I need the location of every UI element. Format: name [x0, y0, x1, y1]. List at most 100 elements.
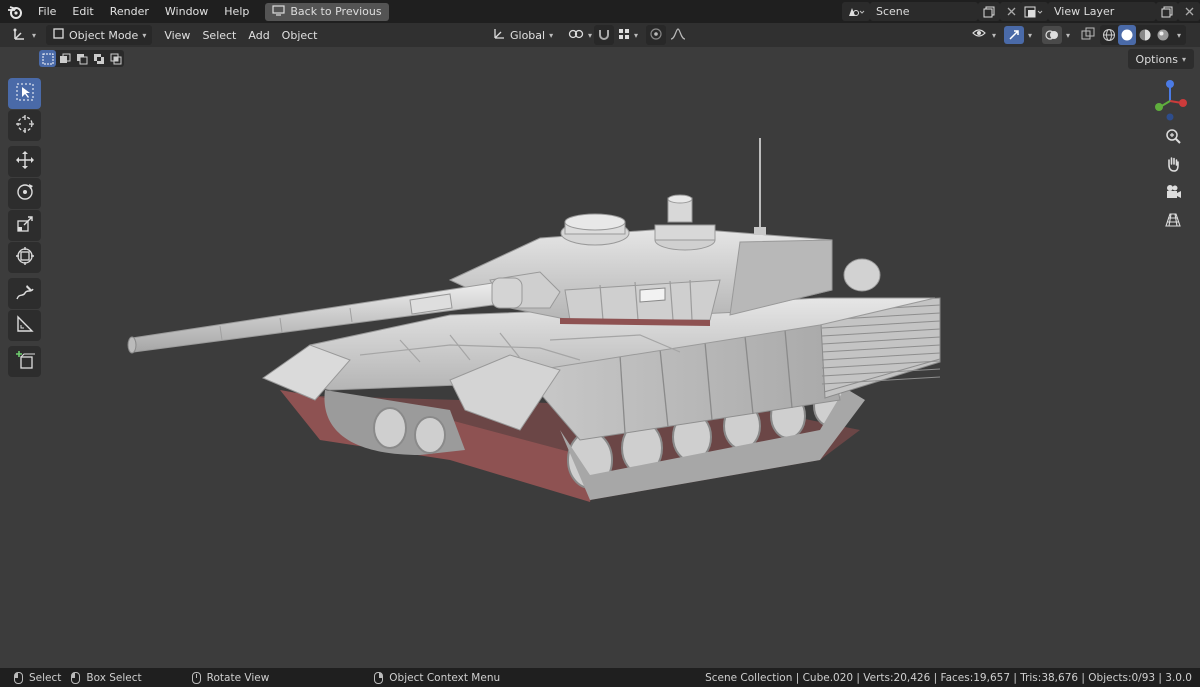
menu-select[interactable]: Select — [196, 25, 242, 45]
shading-options-chevron-icon[interactable]: ▾ — [1172, 25, 1186, 45]
chevron-down-icon: ▾ — [588, 30, 593, 40]
select-subtract-icon[interactable] — [73, 50, 90, 67]
duplicate-scene-icon[interactable] — [978, 2, 1000, 21]
chevron-down-icon: ▾ — [142, 30, 147, 40]
transform-orientation-selector[interactable]: Global ▾ — [486, 25, 559, 45]
orientation-label: Global — [510, 28, 546, 42]
select-extend-icon[interactable] — [56, 50, 73, 67]
camera-view-icon[interactable] — [1160, 179, 1186, 205]
snap-toggle[interactable] — [594, 25, 614, 45]
mouse-drag-icon — [71, 671, 81, 684]
shading-modes: ▾ — [1100, 25, 1186, 45]
menu-edit[interactable]: Edit — [64, 0, 101, 23]
add-cube-icon — [15, 350, 35, 373]
options-label: Options — [1135, 52, 1178, 66]
chevron-down-icon: ▾ — [549, 30, 554, 40]
link-icon — [568, 28, 584, 43]
back-to-previous-button[interactable]: Back to Previous — [265, 2, 389, 21]
mouse-right-icon — [374, 671, 384, 684]
orientation-icon — [492, 27, 506, 43]
select-new-icon[interactable] — [39, 50, 56, 67]
object-mode-icon — [52, 27, 65, 43]
chevron-down-icon: ▾ — [32, 30, 37, 40]
screen-icon — [272, 4, 285, 19]
xray-icon — [1081, 27, 1095, 44]
zoom-icon[interactable] — [1160, 123, 1186, 149]
gizmo-icon — [1004, 26, 1024, 44]
menu-file[interactable]: File — [30, 0, 64, 23]
status-box-select-label: Box Select — [86, 671, 142, 684]
select-box-tool[interactable] — [8, 78, 41, 109]
rendered-shading-icon[interactable] — [1154, 25, 1172, 45]
chevron-down-icon: ▾ — [1028, 30, 1033, 40]
move-arrows-icon — [15, 150, 35, 173]
editor-type-button[interactable]: ▾ — [6, 25, 42, 45]
chevron-down-icon: ▾ — [634, 30, 639, 40]
menu-render[interactable]: Render — [102, 0, 157, 23]
delete-view-layer-icon[interactable] — [1178, 2, 1200, 21]
scene-browse-icon[interactable] — [842, 2, 870, 21]
status-context-menu: Object Context Menu — [374, 671, 501, 684]
rotate-tool[interactable] — [8, 178, 41, 209]
scale-icon — [16, 215, 34, 236]
chevron-down-icon: ▾ — [1181, 54, 1186, 64]
back-to-previous-label: Back to Previous — [290, 5, 382, 18]
view-layer-selector: View Layer — [1020, 2, 1200, 21]
annotate-tool[interactable] — [8, 278, 41, 309]
viewport-header: ▾ Object Mode ▾ View Select Add Object G… — [0, 23, 1200, 47]
select-invert-icon[interactable] — [90, 50, 107, 67]
menu-help[interactable]: Help — [216, 0, 257, 23]
menu-window[interactable]: Window — [157, 0, 216, 23]
mode-selector[interactable]: Object Mode ▾ — [46, 25, 153, 45]
menu-add[interactable]: Add — [242, 25, 275, 45]
move-tool[interactable] — [8, 146, 41, 177]
mouse-left-icon — [14, 671, 23, 684]
add-cube-tool[interactable] — [8, 346, 41, 377]
solid-shading-icon[interactable] — [1118, 25, 1136, 45]
navigation-gizmo — [1148, 77, 1192, 235]
scene-name-field[interactable]: Scene — [870, 2, 978, 21]
perspective-grid-icon[interactable] — [1160, 207, 1186, 233]
wireframe-shading-icon[interactable] — [1100, 25, 1118, 45]
cursor-tool[interactable] — [8, 110, 41, 141]
scale-tool[interactable] — [8, 210, 41, 241]
annotate-pen-icon — [15, 283, 35, 304]
grid-snap-icon — [618, 28, 630, 43]
menu-object[interactable]: Object — [276, 25, 324, 45]
axes-icon — [12, 27, 28, 44]
magnet-icon — [597, 27, 611, 44]
visibility-selector[interactable]: ▾ — [966, 25, 1002, 45]
transform-tool[interactable] — [8, 242, 41, 273]
transform-icon — [15, 246, 35, 269]
select-intersect-icon[interactable] — [107, 50, 124, 67]
proportional-falloff-selector[interactable] — [664, 25, 692, 45]
view-layer-browse-icon[interactable] — [1020, 2, 1048, 21]
hand-pan-icon[interactable] — [1160, 151, 1186, 177]
rotate-icon — [15, 182, 35, 205]
delete-scene-icon[interactable] — [1000, 2, 1022, 21]
view-layer-field[interactable]: View Layer — [1048, 2, 1156, 21]
options-button[interactable]: Options ▾ — [1127, 49, 1194, 69]
gizmo-toggle[interactable]: ▾ — [998, 25, 1038, 45]
blender-logo-icon[interactable] — [0, 0, 30, 23]
status-select-label: Select — [29, 671, 62, 684]
status-rotate-view-label: Rotate View — [206, 671, 270, 684]
status-context-menu-label: Object Context Menu — [389, 671, 501, 684]
top-menu-bar: File Edit Render Window Help Back to Pre… — [0, 0, 1200, 23]
pivot-point-selector[interactable]: ▾ — [562, 25, 598, 45]
xray-toggle[interactable] — [1078, 25, 1098, 45]
menu-view[interactable]: View — [158, 25, 196, 45]
measure-tool[interactable] — [8, 310, 41, 341]
orientation-gizmo[interactable] — [1148, 77, 1192, 121]
overlays-toggle[interactable]: ▾ — [1036, 25, 1076, 45]
material-shading-icon[interactable] — [1136, 25, 1154, 45]
cursor-select-icon — [16, 83, 34, 104]
chevron-down-icon: ▾ — [992, 30, 997, 40]
snap-target-selector[interactable]: ▾ — [612, 25, 644, 45]
eye-pointer-icon — [972, 27, 988, 44]
falloff-curve-icon — [670, 27, 686, 43]
tank-model[interactable] — [120, 130, 950, 515]
duplicate-view-layer-icon[interactable] — [1156, 2, 1178, 21]
3d-cursor-icon — [15, 114, 35, 137]
proportional-editing-toggle[interactable] — [646, 25, 666, 45]
